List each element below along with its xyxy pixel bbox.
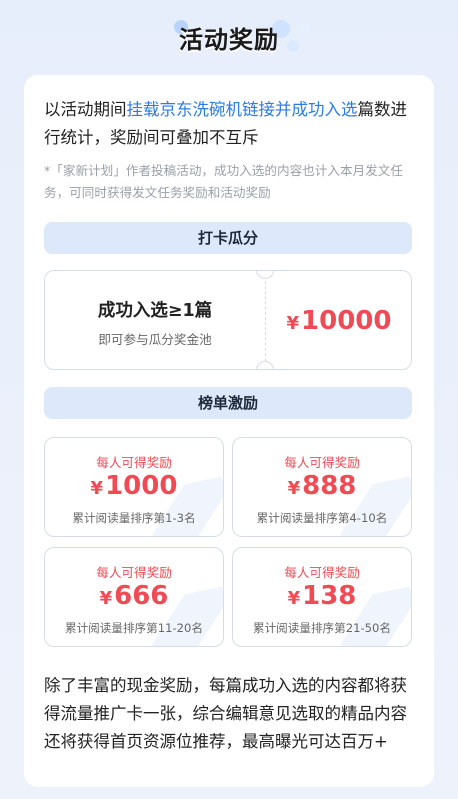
intro-highlight: 挂载京东洗碗机链接并成功入选 <box>126 100 358 119</box>
reward-amount-value: 888 <box>302 471 357 501</box>
intro-text: 以活动期间挂载京东洗碗机链接并成功入选篇数进行统计，奖励间可叠加不互斥 <box>44 96 416 152</box>
checkin-condition: 成功入选≥1篇 <box>97 301 213 321</box>
reward-amount: ¥1000 <box>45 468 223 507</box>
page-title: 活动奖励 <box>179 26 279 54</box>
checkin-condition-sub: 即可参与瓜分奖金池 <box>98 332 212 347</box>
outro-text: 除了丰富的现金奖励，每篇成功入选的内容都将获得流量推广卡一张，综合编辑意见选取的… <box>44 676 407 751</box>
reward-rank: 累计阅读量排序第21-50名 <box>252 621 392 635</box>
note-text: *「家新计划」作者投稿活动，成功入选的内容也计入本月发文任务，可同时获得发文任务… <box>44 163 403 200</box>
checkin-ticket: 成功入选≥1篇 即可参与瓜分奖金池 ¥10000 <box>44 270 412 370</box>
intro-prefix: 以活动期间 <box>44 100 127 119</box>
reward-amount: ¥138 <box>233 578 411 617</box>
reward-card: 每人可得奖励 ¥888 累计阅读量排序第4-10名 <box>232 437 412 537</box>
currency-symbol: ¥ <box>287 588 301 609</box>
reward-amount: ¥888 <box>233 468 411 507</box>
currency-symbol: ¥ <box>90 478 104 499</box>
reward-amount-value: 666 <box>114 581 169 611</box>
reward-rank: 累计阅读量排序第4-10名 <box>256 511 388 525</box>
reward-card: 每人可得奖励 ¥666 累计阅读量排序第11-20名 <box>44 547 224 647</box>
reward-card: 每人可得奖励 ¥1000 累计阅读量排序第1-3名 <box>44 437 224 537</box>
currency-symbol: ¥ <box>287 478 301 499</box>
reward-amount-value: 1000 <box>105 471 178 501</box>
pool-amount-value: 10000 <box>301 306 392 336</box>
section-title-ranking: 榜单激励 <box>44 387 412 419</box>
reward-amount-value: 138 <box>302 581 357 611</box>
currency-symbol: ¥ <box>99 588 113 609</box>
reward-rank: 累计阅读量排序第11-20名 <box>64 621 204 635</box>
reward-card: 每人可得奖励 ¥138 累计阅读量排序第21-50名 <box>232 547 412 647</box>
checkin-pool-amount: ¥10000 <box>265 271 411 369</box>
section-title-checkin: 打卡瓜分 <box>44 222 412 254</box>
reward-amount: ¥666 <box>45 578 223 617</box>
currency-symbol: ¥ <box>286 313 300 334</box>
reward-rank: 累计阅读量排序第1-3名 <box>72 511 196 525</box>
